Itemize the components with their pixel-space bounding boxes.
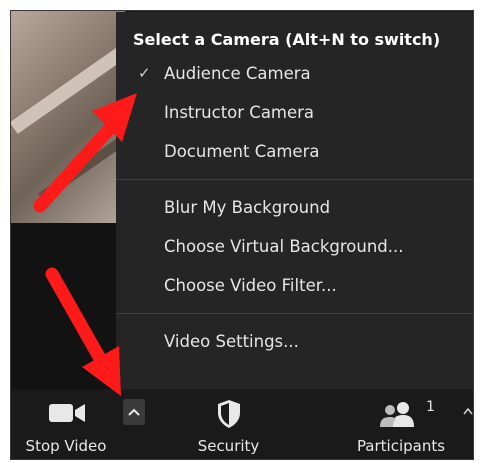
menu-separator [116,179,473,180]
security-button[interactable]: Security [181,389,276,459]
menu-separator [116,313,473,314]
stop-video-button[interactable]: Stop Video [11,389,121,459]
menu-item-blur-background[interactable]: Blur My Background [116,188,473,227]
zoom-window: Select a Camera (Alt+N to switch) ✓ Audi… [10,10,474,460]
check-icon: ✓ [138,64,151,82]
menu-item-label: Video Settings... [164,332,299,351]
video-area-background [11,223,125,399]
chevron-up-icon [128,408,140,416]
menu-item-label: Blur My Background [164,198,331,217]
menu-item-virtual-background[interactable]: Choose Virtual Background... [116,227,473,266]
menu-item-video-settings[interactable]: Video Settings... [116,322,473,361]
security-label: Security [197,437,260,455]
video-preview [11,11,134,223]
participants-icon [380,402,414,427]
menu-item-label: Document Camera [164,142,320,161]
menu-header: Select a Camera (Alt+N to switch) [133,30,441,49]
menu-item-audience-camera[interactable]: ✓ Audience Camera [116,54,473,93]
video-preview-detail [11,42,133,134]
participants-count: 1 [426,399,435,415]
shield-icon [218,400,240,428]
menu-item-instructor-camera[interactable]: Instructor Camera [116,93,473,132]
menu-item-label: Choose Virtual Background... [164,237,404,256]
stop-video-label: Stop Video [25,437,107,455]
participants-button[interactable]: 1 Participants [346,389,456,459]
video-camera-icon [49,404,85,422]
participants-label: Participants [356,437,446,455]
chevron-up-icon[interactable] [463,407,473,415]
menu-item-label: Audience Camera [164,64,311,83]
video-options-button[interactable] [123,399,145,425]
camera-menu: Select a Camera (Alt+N to switch) ✓ Audi… [116,12,473,389]
menu-item-label: Choose Video Filter... [164,276,337,295]
meeting-toolbar: Stop Video Security 1 Participants [11,389,473,459]
menu-item-label: Instructor Camera [164,103,315,122]
menu-item-document-camera[interactable]: Document Camera [116,132,473,171]
menu-item-video-filter[interactable]: Choose Video Filter... [116,266,473,305]
